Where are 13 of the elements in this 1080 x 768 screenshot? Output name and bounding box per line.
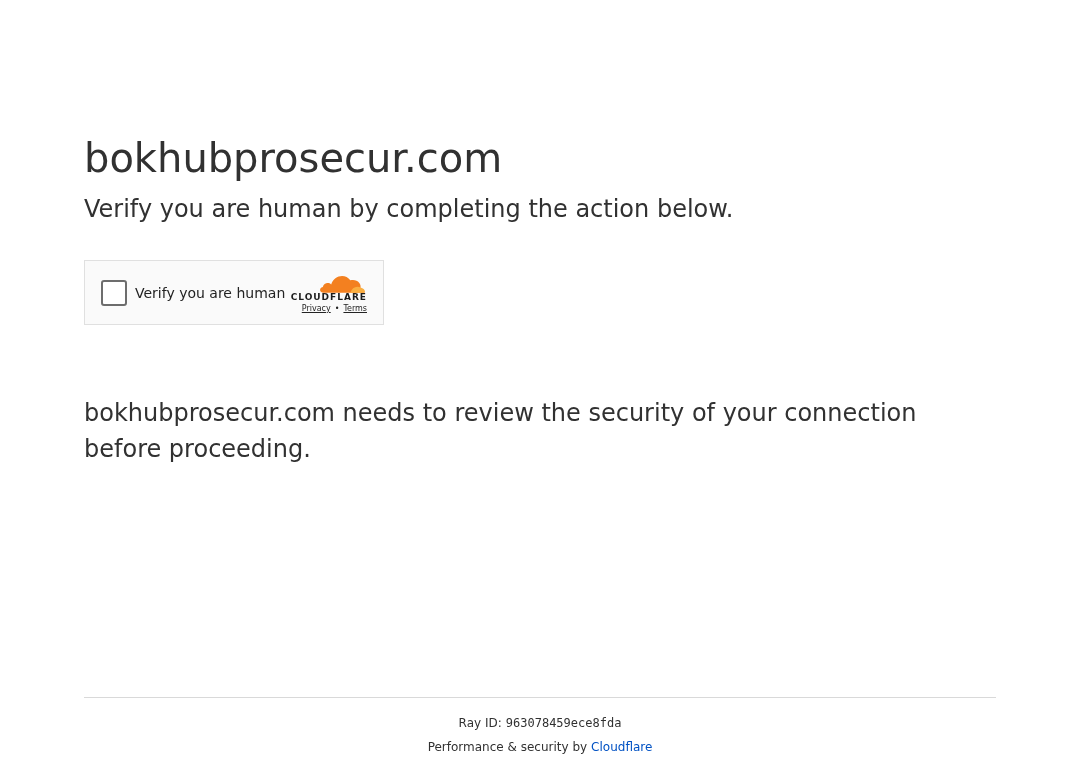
security-message: bokhubprosecur.com needs to review the security of your connection before proceeding. bbox=[84, 398, 918, 465]
checkbox[interactable] bbox=[101, 279, 127, 306]
ray-id-label: Ray ID: bbox=[458, 716, 502, 730]
footer-link[interactable]: Privacy bbox=[301, 303, 331, 315]
footer-link[interactable]: Terms bbox=[343, 303, 367, 315]
page-heading: bokhubprosecur.com bbox=[84, 134, 504, 182]
brand-wordmark: CLOUDFLARE bbox=[290, 292, 367, 303]
separator-dot: • bbox=[334, 303, 340, 315]
page-subheading: Verify you are human by completing the action below. bbox=[84, 194, 735, 224]
checkbox-label: Verify you are human bbox=[135, 284, 286, 301]
ray-id-value: 963078459ece8fda bbox=[505, 716, 622, 730]
credit-text: Performance & security by bbox=[427, 740, 588, 754]
cloudflare-link[interactable]: Cloudflare bbox=[591, 740, 653, 754]
